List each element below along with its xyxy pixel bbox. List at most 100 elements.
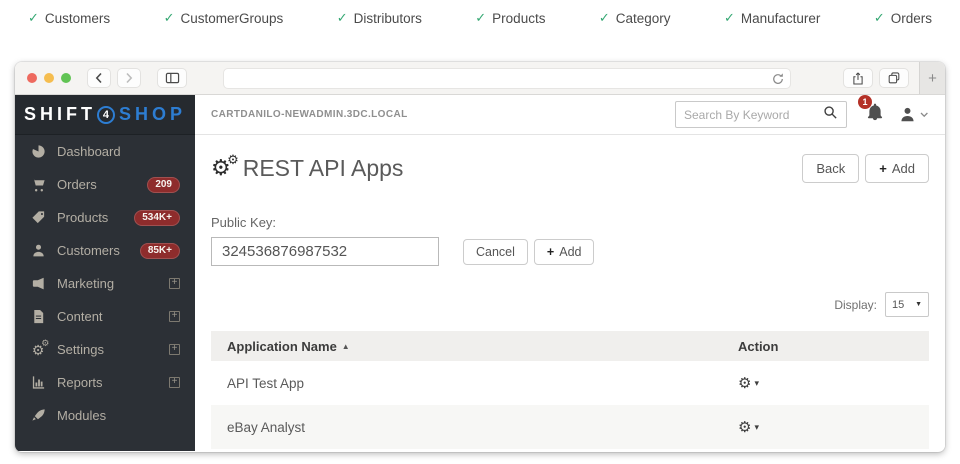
display-control-row: Display: 15 ▼ [211,292,929,317]
env-item-category: ✓ Category [599,10,671,26]
bar-chart-icon [30,375,46,391]
user-icon [899,106,916,123]
search-input[interactable] [684,108,823,122]
share-icon [851,71,865,86]
tabs-overview-button[interactable] [879,68,909,88]
sidebar-item-label: Products [57,210,108,225]
gears-icon: ⚙⚙ [211,156,231,180]
refresh-icon [771,72,785,86]
chevron-down-icon [920,112,929,118]
tabs-icon [887,71,901,85]
topbar-right-group: 1 [675,101,929,128]
browser-window: + SHIFT 4 SHOP Dashboard Orders 209 [15,62,945,452]
env-item-label: Manufacturer [741,11,821,26]
sidebar-icon [165,71,180,85]
refresh-button[interactable] [771,72,785,91]
sidebar-item-label: Dashboard [57,144,121,159]
env-item-orders: ✓Orders [874,10,932,26]
search-icon[interactable] [823,105,838,125]
env-item-label: CustomerGroups [180,11,283,26]
select-value: 15 [892,299,904,311]
document-icon [30,309,46,325]
chevron-left-icon [93,71,105,85]
logo-badge-4: 4 [97,106,115,124]
header-buttons: Back + Add [802,154,929,183]
new-tab-button[interactable]: + [919,62,945,94]
back-page-button[interactable]: Back [802,154,859,183]
app-name-cell: eBay Analyst [227,420,738,435]
environment-check-bar: ✓Customers ✓CustomerGroups ✓Distributors… [0,10,960,26]
env-item-manufacturer: ✓Manufacturer [724,10,820,26]
column-header-action: Action [738,339,913,354]
check-icon: ✓ [599,10,610,26]
notification-count-badge: 1 [858,95,872,109]
keyword-search-box [675,101,847,128]
row-actions-dropdown[interactable]: ⚙ ▾ [738,420,759,435]
sidebar-toggle-button[interactable] [157,68,187,88]
tags-icon [30,210,46,226]
table-header-row: Application Name ▲ Action [211,331,929,361]
notifications-button[interactable]: 1 [866,103,884,126]
public-key-form-row: Cancel + Add [211,237,929,266]
cancel-button[interactable]: Cancel [463,239,528,265]
page-header: ⚙⚙ REST API Apps Back + Add [211,135,929,201]
action-cell: ⚙ ▾ [738,420,913,435]
sidebar-item-products[interactable]: Products 534K+ [15,201,195,234]
sidebar-item-label: Content [57,309,103,324]
chevron-right-icon [123,71,135,85]
dashboard-icon [30,144,46,160]
table-row: eBay Analyst ⚙ ▾ [211,405,929,449]
sidebar-item-settings[interactable]: ⚙⚙ Settings + [15,333,195,366]
customers-count-badge: 85K+ [140,243,180,259]
check-icon: ✓ [874,10,885,26]
display-count-select[interactable]: 15 ▼ [885,292,929,317]
env-item-products: ✓Products [475,10,545,26]
sidebar-item-dashboard[interactable]: Dashboard [15,135,195,168]
display-label: Display: [834,298,877,312]
sidebar-item-label: Marketing [57,276,114,291]
page-title: REST API Apps [243,155,404,182]
app-name-cell: API Test App [227,376,738,391]
back-button[interactable] [87,68,111,88]
sidebar-item-label: Reports [57,375,103,390]
minimize-window-button[interactable] [44,73,54,83]
sidebar-item-marketing[interactable]: Marketing + [15,267,195,300]
table-row: API Test App ⚙ ▾ [211,361,929,405]
sidebar-item-reports[interactable]: Reports + [15,366,195,399]
sidebar-item-modules[interactable]: Modules [15,399,195,432]
confirm-add-button[interactable]: + Add [534,239,595,265]
sidebar-item-content[interactable]: Content + [15,300,195,333]
forward-button[interactable] [117,68,141,88]
person-icon [30,243,46,259]
cart-icon [30,177,46,193]
sidebar-item-label: Orders [57,177,97,192]
row-actions-dropdown[interactable]: ⚙ ▾ [738,376,759,391]
add-app-button[interactable]: + Add [865,154,929,183]
orders-count-badge: 209 [147,177,180,193]
select-caret-icon: ▼ [915,301,922,308]
sidebar-item-label: Modules [57,408,106,423]
sort-asc-icon: ▲ [342,342,350,351]
zoom-window-button[interactable] [61,73,71,83]
column-header-application-name[interactable]: Application Name ▲ [227,339,738,354]
shift4shop-logo: SHIFT 4 SHOP [15,95,195,135]
public-key-input[interactable] [211,237,439,266]
env-item-label: Products [492,11,545,26]
sidebar-item-orders[interactable]: Orders 209 [15,168,195,201]
env-item-distributors: ✓Distributors [337,10,422,26]
share-button[interactable] [843,68,873,88]
env-item-customers: ✓Customers [28,10,110,26]
browser-toolbar: + [15,62,945,95]
env-item-customergroups: ✓CustomerGroups [164,10,284,26]
user-menu-button[interactable] [899,106,929,123]
env-item-label: Category [616,11,671,26]
megaphone-icon [30,276,46,292]
plus-icon: + [879,161,887,176]
admin-topbar: CARTDANILO-NEWADMIN.3DC.LOCAL 1 [195,95,945,135]
gear-icon: ⚙ [738,376,751,391]
close-window-button[interactable] [27,73,37,83]
content-area: CARTDANILO-NEWADMIN.3DC.LOCAL 1 [195,95,945,451]
logo-text-shop: SHOP [119,104,186,125]
address-bar[interactable] [223,68,791,89]
sidebar-item-customers[interactable]: Customers 85K+ [15,234,195,267]
